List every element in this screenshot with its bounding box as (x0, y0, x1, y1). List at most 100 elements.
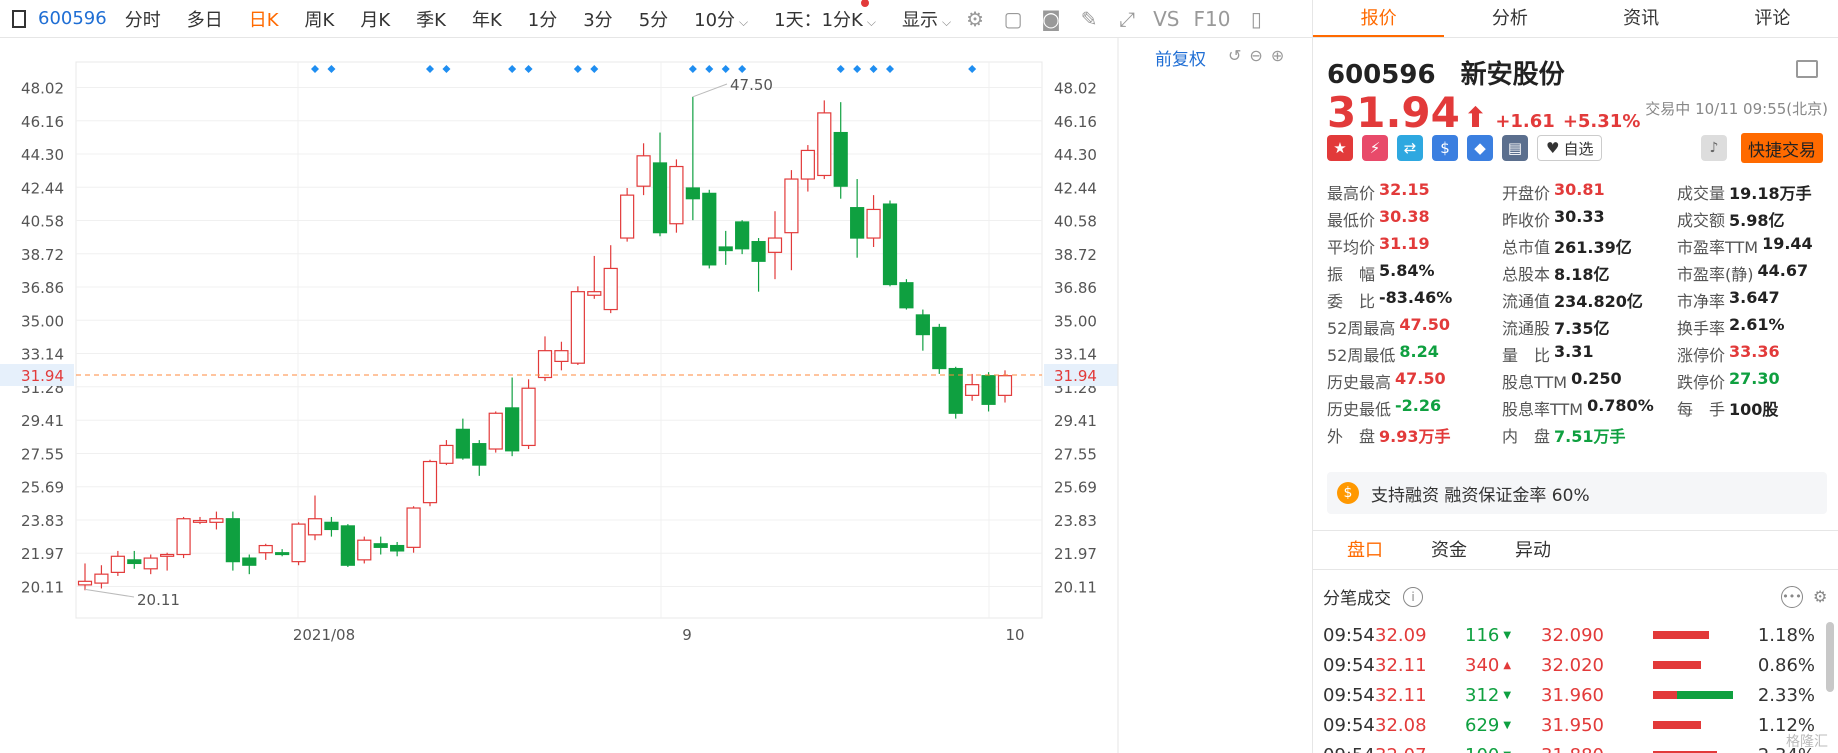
quote-value: 7.51万手 (1554, 426, 1626, 446)
reset-icon[interactable]: ↺ (1228, 46, 1241, 65)
period-quarterly-k[interactable]: 季K (416, 6, 446, 32)
candle-up (817, 112, 832, 177)
quote-value: 234.820亿 (1554, 291, 1643, 311)
period-monthly-k[interactable]: 月K (360, 6, 390, 32)
zoom-out-icon[interactable]: ⊖ (1249, 46, 1262, 65)
quote-key: 成交量 (1677, 183, 1726, 203)
tag-icon[interactable]: ◆ (1467, 135, 1493, 161)
lightning-icon[interactable]: ⚡ (1362, 135, 1388, 161)
period-daily-k[interactable]: 日K (249, 6, 279, 32)
period-yearly-k[interactable]: 年K (472, 6, 502, 32)
list-icon[interactable] (1796, 60, 1818, 78)
document-icon[interactable]: ▤ (1502, 135, 1528, 161)
y-tick-label-left: 21.97 (21, 545, 64, 563)
f10-button[interactable]: F10 (1193, 7, 1230, 31)
favorite-button[interactable]: ♥ 自选 (1537, 135, 1603, 161)
y-tick-label-right: 35.00 (1054, 312, 1097, 330)
display-menu[interactable]: 显示 ⌵ (902, 6, 951, 32)
period-multiday[interactable]: 多日 (187, 6, 223, 32)
candle-up (77, 580, 93, 586)
zoom-in-icon[interactable]: ⊕ (1271, 46, 1284, 65)
shuffle-icon[interactable]: ⇄ (1397, 135, 1423, 161)
quote-key: 总股本 (1502, 264, 1551, 284)
quote-value: 30.81 (1554, 179, 1605, 199)
quote-grid: 最高价 32.15 开盘价 30.81 成交量 19.18万手 最低价 30.38 昨收价 30.… (1327, 178, 1837, 448)
period-weekly-k[interactable]: 周K (305, 6, 335, 32)
quick-trade-button[interactable]: 快捷交易 (1741, 133, 1823, 163)
adjust-type-button[interactable]: 前复权 (1155, 45, 1206, 70)
y-tick-label-left: 27.55 (21, 445, 64, 463)
info-icon[interactable]: i (1403, 586, 1423, 607)
chevron-down-icon: ⌵ (941, 14, 952, 29)
tick-level-price: 31.960 (1541, 684, 1604, 706)
tab-news[interactable]: 资讯 (1576, 0, 1707, 37)
period-fenshi[interactable]: 分时 (125, 6, 161, 32)
stock-name: 新安股份 (1460, 60, 1565, 90)
pencil-icon[interactable]: ✎ (1077, 7, 1101, 31)
tick-percent: 0.86% (1757, 654, 1815, 676)
china-flag-icon[interactable]: ★ (1327, 135, 1353, 161)
candle-up (307, 518, 323, 536)
vs-compare-button[interactable]: VS (1153, 7, 1179, 31)
quote-key: 开盘价 (1502, 183, 1551, 203)
up-arrow-icon: ⬆ (1463, 101, 1488, 134)
camera-icon[interactable]: ◙ (1039, 7, 1063, 31)
subtab-fund-flow[interactable]: 资金 (1407, 531, 1491, 569)
candle-up (291, 523, 306, 563)
quote-key: 最低价 (1327, 210, 1376, 230)
quote-key: 振 幅 (1327, 264, 1376, 284)
quote-value: 0.780% (1587, 395, 1654, 415)
tick-price: 32.11 (1375, 684, 1427, 706)
quote-cell: 换手率 2.61% (1677, 315, 1837, 339)
period-3min[interactable]: 3分 (583, 6, 612, 32)
stock-code-label[interactable]: 600596 (38, 8, 107, 29)
quote-key: 最高价 (1327, 183, 1376, 203)
tick-percent: 1.18% (1757, 624, 1815, 646)
event-marker (508, 65, 517, 73)
settings-icon[interactable]: ⚙ (963, 7, 987, 31)
ticks-scrollbar[interactable] (1826, 622, 1834, 692)
subtab-movement[interactable]: 异动 (1491, 531, 1575, 569)
quote-value: 100股 (1729, 399, 1779, 419)
period-5min[interactable]: 5分 (639, 6, 668, 32)
subtab-orderbook[interactable]: 盘口 (1323, 531, 1407, 569)
fullscreen-icon[interactable]: ⤢ (1115, 7, 1139, 31)
min-annotation-leader (84, 588, 135, 598)
quote-cell: 52周最高 47.50 (1327, 315, 1502, 339)
more-icon[interactable]: ••• (1781, 585, 1803, 608)
quote-key: 流通股 (1502, 318, 1551, 338)
kline-chart: 48.02 48.02 46.16 46.16 44.30 44.30 42.44 42.44… (0, 38, 1312, 753)
interval-select[interactable]: 1天：1分K ⌵ (774, 6, 876, 32)
y-tick-label-left: 35.00 (21, 312, 64, 330)
quote-key: 总市值 (1502, 237, 1551, 257)
settings-icon[interactable]: ⚙ (1813, 587, 1833, 607)
plot-area (75, 61, 1043, 619)
candle-up (439, 444, 454, 464)
layout-icon[interactable]: ▢ (1001, 7, 1025, 31)
sidebar-toggle-icon[interactable] (12, 9, 26, 28)
bell-icon[interactable]: ♪ (1701, 135, 1727, 161)
y-tick-label-right: 40.58 (1054, 213, 1097, 231)
candle-up (176, 518, 191, 556)
period-1min[interactable]: 1分 (528, 6, 557, 32)
quote-value: 8.18亿 (1554, 264, 1610, 284)
tab-quote[interactable]: 报价 (1313, 0, 1445, 37)
event-marker (590, 65, 599, 73)
dollar-icon[interactable]: $ (1432, 135, 1458, 161)
tick-ratio-bar (1653, 721, 1735, 729)
quote-key: 跌停价 (1677, 372, 1726, 392)
quote-row: 振 幅 5.84% 总股本 8.18亿 市盈率(静) 44.67 (1327, 259, 1837, 286)
period-10min[interactable]: 10分 ⌵ (694, 6, 748, 32)
quote-cell: 市盈率TTM 19.44 (1677, 234, 1837, 258)
quote-value: 3.31 (1554, 341, 1594, 361)
tab-comments[interactable]: 评论 (1707, 0, 1838, 37)
tick-ratio-bar (1653, 661, 1735, 669)
quote-key: 外 盘 (1327, 426, 1376, 446)
tick-volume: 116 ▼ (1465, 625, 1541, 646)
quote-cell: 流通值 234.820亿 (1502, 288, 1677, 312)
tab-analysis[interactable]: 分析 (1444, 0, 1575, 37)
quote-cell: 委 比 -83.46% (1327, 288, 1502, 312)
panel-toggle-icon[interactable]: ▯ (1244, 7, 1268, 31)
quote-key: 委 比 (1327, 291, 1376, 311)
quote-row: 历史最低 -2.26 股息率TTM 0.780% 每 手 100股 (1327, 394, 1837, 421)
